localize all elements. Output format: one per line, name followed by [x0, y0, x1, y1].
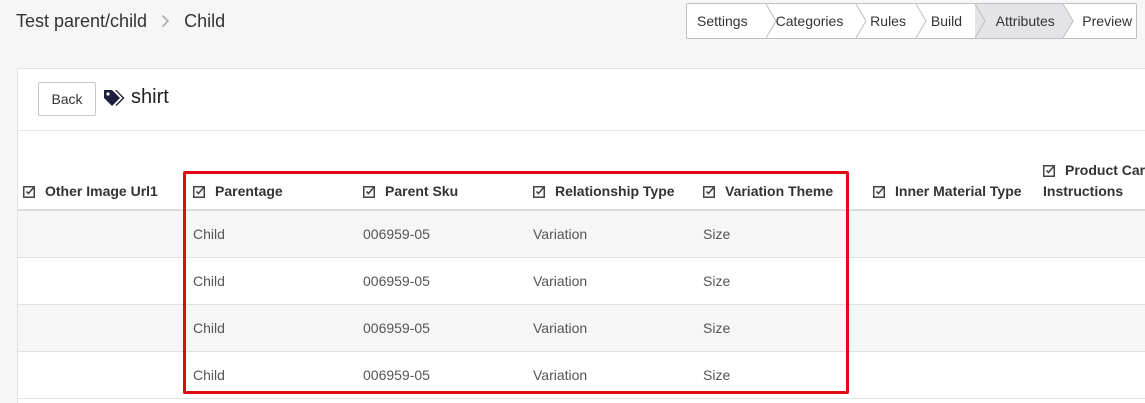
column-header[interactable]: Relationship Type	[533, 183, 675, 199]
tags-icon	[104, 90, 125, 106]
table-cell: 006959-05	[363, 367, 430, 383]
edit-checkbox-icon	[703, 185, 716, 198]
table-cell: 006959-05	[363, 320, 430, 336]
edit-checkbox-icon	[1043, 164, 1056, 177]
edit-checkbox-icon	[23, 185, 36, 198]
step-separator-icon	[1063, 4, 1074, 38]
column-header[interactable]: Variation Theme	[703, 183, 833, 199]
edit-checkbox-icon	[873, 185, 886, 198]
column-label: Parent Sku	[385, 183, 459, 199]
step-separator-icon	[856, 4, 867, 38]
table-cell: Variation	[533, 367, 588, 383]
breadcrumb-current: Child	[184, 10, 226, 31]
chevron-right-icon	[161, 14, 170, 28]
column-label: Other Image Url1	[45, 183, 158, 199]
column-header[interactable]: Inner Material Type	[873, 183, 1022, 199]
table-cell: Size	[703, 273, 731, 289]
table-cell: Variation	[533, 226, 588, 242]
column-label: Variation Theme	[725, 183, 834, 199]
attributes-card: Back shirt Other Image Url1 Parentage Pa…	[17, 68, 1145, 403]
breadcrumb-parent[interactable]: Test parent/child	[16, 11, 147, 32]
step-label: Attributes	[995, 13, 1055, 29]
column-label: Product Car	[1065, 162, 1145, 178]
card-title: shirt	[131, 86, 169, 108]
table-cell: 006959-05	[363, 226, 430, 242]
step-label: Rules	[870, 13, 906, 29]
table-cell: Child	[193, 226, 225, 242]
table-row[interactable]: Child 006959-05 Variation Size	[18, 352, 1145, 399]
table-cell: Child	[193, 320, 225, 336]
table-cell: Variation	[533, 320, 588, 336]
column-label: Relationship Type	[555, 183, 675, 199]
step-label: Categories	[775, 13, 844, 29]
step-settings[interactable]: Settings	[687, 4, 777, 38]
step-separator-icon	[915, 4, 927, 38]
edit-checkbox-icon	[363, 185, 376, 198]
attributes-table: Other Image Url1 Parentage Parent Sku Re…	[18, 131, 1145, 399]
step-separator-icon	[765, 4, 777, 38]
card-header: Back shirt	[18, 69, 1145, 131]
column-header[interactable]: Parentage	[193, 183, 283, 199]
table-cell: Size	[703, 320, 731, 336]
step-label: Preview	[1082, 13, 1133, 29]
step-label: Settings	[697, 13, 748, 29]
table-row[interactable]: Child 006959-05 Variation Size	[18, 258, 1145, 305]
column-header[interactable]: Product Car	[1043, 162, 1145, 178]
table-cell: Child	[193, 367, 225, 383]
table-cell: 006959-05	[363, 273, 430, 289]
column-label-line2: Instructions	[1043, 183, 1124, 199]
column-header[interactable]: Other Image Url1	[23, 183, 158, 199]
breadcrumb: Test parent/child Child	[16, 9, 225, 33]
step-categories[interactable]: Categories	[766, 4, 867, 38]
table-row[interactable]: Child 006959-05 Variation Size	[18, 305, 1145, 352]
step-label: Build	[930, 13, 963, 29]
table-cell: Size	[703, 226, 731, 242]
step-preview[interactable]: Preview	[1064, 4, 1136, 38]
back-button[interactable]: Back	[38, 82, 96, 116]
table-cell: Child	[193, 273, 225, 289]
table-header: Other Image Url1 Parentage Parent Sku Re…	[18, 131, 1145, 211]
edit-checkbox-icon	[193, 185, 206, 198]
table-cell: Size	[703, 367, 731, 383]
column-header-line2: Instructions	[1043, 183, 1123, 199]
step-attributes[interactable]: Attributes	[975, 4, 1074, 38]
step-separator-icon	[974, 4, 986, 38]
column-header[interactable]: Parent Sku	[363, 183, 458, 199]
wizard-steps: Settings Categories Rules Build Attribut…	[686, 3, 1137, 39]
column-label: Inner Material Type	[895, 183, 1022, 199]
edit-checkbox-icon	[533, 185, 546, 198]
column-label: Parentage	[215, 183, 283, 199]
table-cell: Variation	[533, 273, 588, 289]
table-row[interactable]: Child 006959-05 Variation Size	[18, 211, 1145, 258]
